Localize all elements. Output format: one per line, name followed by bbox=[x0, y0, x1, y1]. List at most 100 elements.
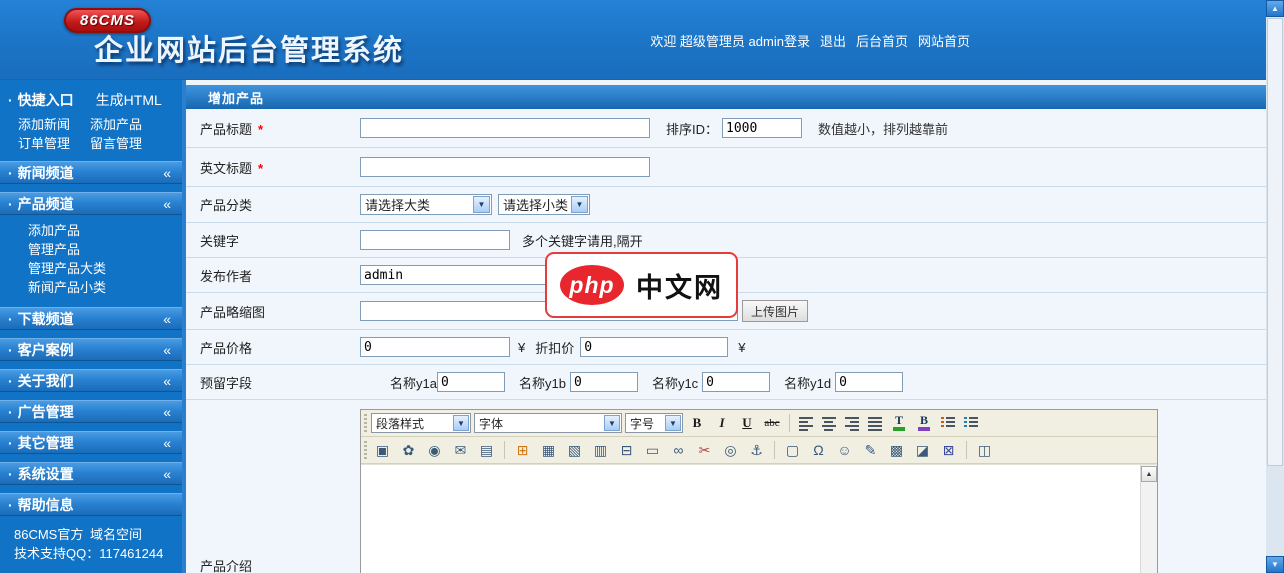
sidebar-section-product[interactable]: ·产品频道 « bbox=[0, 192, 182, 215]
logout-link[interactable]: 退出 bbox=[820, 31, 846, 50]
font-family-select[interactable]: 字体 ▼ bbox=[474, 413, 622, 433]
anchor-icon[interactable]: ⚓ bbox=[745, 440, 768, 461]
collapse-icon[interactable]: « bbox=[163, 435, 170, 451]
collapse-icon[interactable]: « bbox=[163, 196, 170, 212]
unordered-list-icon[interactable] bbox=[961, 413, 981, 433]
main-panel: 增加产品 产品标题* 排序ID： 数值越小，排列越靠前 英文标题* bbox=[182, 80, 1266, 573]
align-right-icon[interactable] bbox=[842, 413, 862, 433]
strikethrough-button[interactable]: abc bbox=[761, 413, 783, 433]
reserved-field-input-b[interactable] bbox=[570, 372, 638, 392]
sidebar-item-message-manage[interactable]: 留言管理 bbox=[90, 134, 142, 153]
reserved-field-input-a[interactable] bbox=[437, 372, 505, 392]
sidebar-item-order-manage[interactable]: 订单管理 bbox=[18, 134, 90, 153]
editor-scrollbar[interactable]: ▲ bbox=[1140, 465, 1157, 573]
font-size-select[interactable]: 字号 ▼ bbox=[625, 413, 683, 433]
code-box-icon[interactable]: ▧ bbox=[563, 440, 586, 461]
toolbar-separator bbox=[774, 441, 775, 459]
chevron-down-icon: ▼ bbox=[571, 196, 588, 213]
reserved-field-input-c[interactable] bbox=[702, 372, 770, 392]
watermark-text: 中文网 bbox=[636, 266, 723, 305]
page-scrollbar[interactable]: ▲ ▼ bbox=[1266, 0, 1284, 573]
field-label: 产品介绍 bbox=[200, 559, 252, 573]
product-title-input[interactable] bbox=[360, 118, 650, 138]
sidebar-item-add-news[interactable]: 添加新闻 bbox=[18, 115, 90, 134]
sidebar-section-help[interactable]: ·帮助信息 bbox=[0, 493, 182, 516]
align-justify-icon[interactable] bbox=[865, 413, 885, 433]
grid-icon[interactable]: ⊠ bbox=[937, 440, 960, 461]
sidebar-item-generate-html[interactable]: 生成HTML bbox=[96, 90, 162, 110]
sidebar-item-product-subcategory[interactable]: 新闻产品小类 bbox=[28, 280, 106, 295]
image-text-icon[interactable]: ▥ bbox=[589, 440, 612, 461]
chevron-down-icon: ▼ bbox=[473, 196, 490, 213]
ordered-list-icon[interactable] bbox=[938, 413, 958, 433]
author-input[interactable] bbox=[360, 265, 550, 285]
insert-flash-icon[interactable]: ✿ bbox=[397, 440, 420, 461]
insert-link-icon[interactable]: ∞ bbox=[667, 440, 690, 461]
web-link-icon[interactable]: ◎ bbox=[719, 440, 742, 461]
background-color-button[interactable]: B bbox=[913, 413, 935, 433]
scrollbar-thumb[interactable] bbox=[1267, 18, 1283, 466]
sort-id-input[interactable] bbox=[722, 118, 802, 138]
sidebar-section-news[interactable]: ·新闻频道 « bbox=[0, 161, 182, 184]
sidebar-section-system[interactable]: ·系统设置 « bbox=[0, 462, 182, 485]
domain-space-link[interactable]: 域名空间 bbox=[90, 525, 142, 544]
sidebar-item-add-product[interactable]: 添加产品 bbox=[28, 223, 80, 238]
special-char-icon[interactable]: Ω bbox=[807, 440, 830, 461]
emoticon-icon[interactable]: ☺ bbox=[833, 440, 856, 461]
underline-button[interactable]: U bbox=[736, 413, 758, 433]
editor-content-area[interactable] bbox=[361, 465, 1140, 573]
text-color-button[interactable]: T bbox=[888, 413, 910, 433]
scroll-up-icon[interactable]: ▲ bbox=[1266, 0, 1284, 17]
sidebar-section-about[interactable]: ·关于我们 « bbox=[0, 369, 182, 392]
horizontal-rule-icon[interactable]: ⊟ bbox=[615, 440, 638, 461]
sidebar-item-manage-product[interactable]: 管理产品 bbox=[28, 242, 80, 257]
word-import-icon[interactable]: ◪ bbox=[911, 440, 934, 461]
collapse-icon[interactable]: « bbox=[163, 311, 170, 327]
collapse-icon[interactable]: « bbox=[163, 404, 170, 420]
reserved-field-input-d[interactable] bbox=[835, 372, 903, 392]
bold-button[interactable]: B bbox=[686, 413, 708, 433]
upload-image-button[interactable]: 上传图片 bbox=[742, 300, 808, 322]
marquee-icon[interactable]: ▭ bbox=[641, 440, 664, 461]
scroll-down-icon[interactable]: ▼ bbox=[1266, 556, 1284, 573]
align-center-icon[interactable] bbox=[819, 413, 839, 433]
paste-word-icon[interactable]: ▤ bbox=[475, 440, 498, 461]
price-input[interactable] bbox=[360, 337, 510, 357]
insert-media-icon[interactable]: ◉ bbox=[423, 440, 446, 461]
form-field-icon[interactable]: ▢ bbox=[781, 440, 804, 461]
word-art-icon[interactable]: ✎ bbox=[859, 440, 882, 461]
big-category-select[interactable]: 请选择大类 ▼ bbox=[360, 194, 492, 215]
sidebar-section-ads[interactable]: ·广告管理 « bbox=[0, 400, 182, 423]
collapse-icon[interactable]: « bbox=[163, 466, 170, 482]
insert-image-icon[interactable]: ▣ bbox=[371, 440, 394, 461]
attach-file-icon[interactable]: ✉ bbox=[449, 440, 472, 461]
save-icon[interactable]: ◫ bbox=[973, 440, 996, 461]
italic-button[interactable]: I bbox=[711, 413, 733, 433]
collapse-icon[interactable]: « bbox=[163, 165, 170, 181]
sidebar-section-download[interactable]: ·下载频道 « bbox=[0, 307, 182, 330]
sidebar-section-cases[interactable]: ·客户案例 « bbox=[0, 338, 182, 361]
keyword-input[interactable] bbox=[360, 230, 510, 250]
small-category-select[interactable]: 请选择小类 ▼ bbox=[498, 194, 590, 215]
site-home-link[interactable]: 网站首页 bbox=[918, 31, 970, 50]
scroll-up-icon[interactable]: ▲ bbox=[1141, 466, 1157, 482]
discount-price-input[interactable] bbox=[580, 337, 728, 357]
remove-link-icon[interactable]: ✂ bbox=[693, 440, 716, 461]
sidebar-item-manage-product-category[interactable]: 管理产品大类 bbox=[28, 261, 106, 276]
toolbar-separator bbox=[966, 441, 967, 459]
sidebar-item-add-product-quick[interactable]: 添加产品 bbox=[90, 115, 142, 134]
align-left-icon[interactable] bbox=[796, 413, 816, 433]
admin-home-link[interactable]: 后台首页 bbox=[856, 31, 908, 50]
english-title-input[interactable] bbox=[360, 157, 650, 177]
official-site-link[interactable]: 86CMS官方 bbox=[14, 525, 90, 544]
required-asterisk: * bbox=[258, 122, 263, 137]
collapse-icon[interactable]: « bbox=[163, 373, 170, 389]
delete-table-icon[interactable]: ▦ bbox=[537, 440, 560, 461]
rich-text-editor: 段落样式 ▼ 字体 ▼ 字号 ▼ B bbox=[360, 409, 1158, 573]
excel-import-icon[interactable]: ▩ bbox=[885, 440, 908, 461]
sidebar-section-other[interactable]: ·其它管理 « bbox=[0, 431, 182, 454]
insert-table-icon[interactable]: ⊞ bbox=[511, 440, 534, 461]
currency-symbol: ¥ bbox=[738, 340, 745, 355]
paragraph-style-select[interactable]: 段落样式 ▼ bbox=[371, 413, 471, 433]
collapse-icon[interactable]: « bbox=[163, 342, 170, 358]
